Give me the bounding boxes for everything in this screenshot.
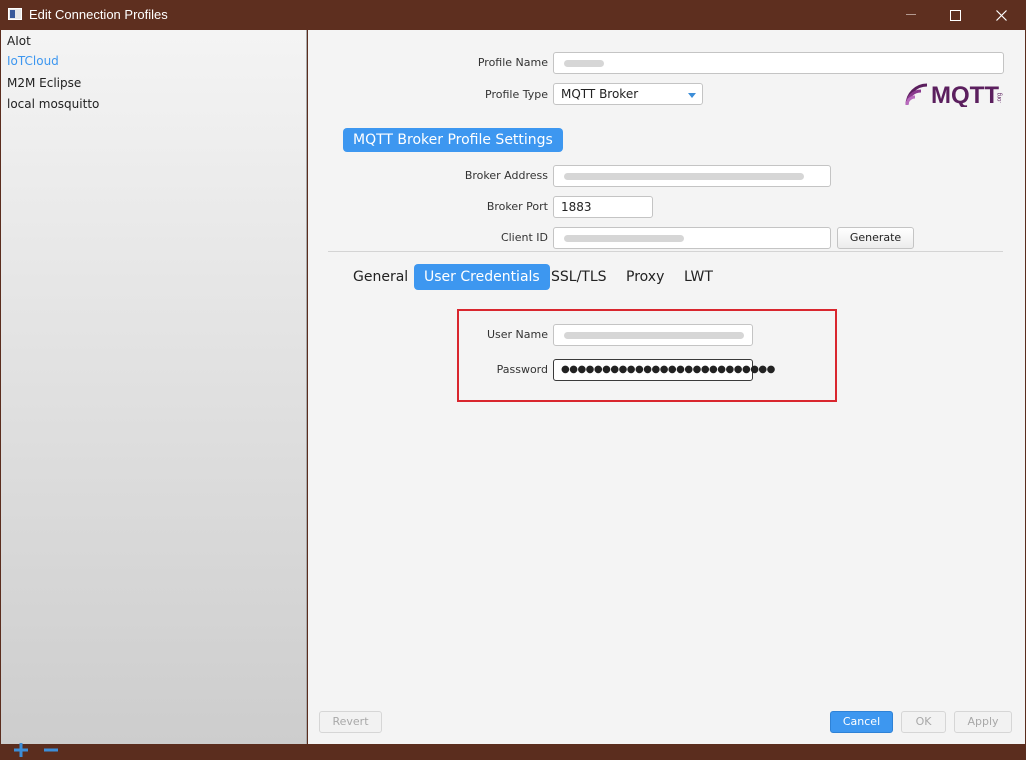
client-id-field[interactable]: [553, 227, 831, 249]
cancel-button[interactable]: Cancel: [830, 711, 893, 733]
profile-item-m2m-eclipse[interactable]: M2M Eclipse: [7, 76, 81, 90]
remove-profile-button[interactable]: [44, 740, 58, 760]
blurred-value: [564, 60, 604, 67]
user-name-label: User Name: [486, 328, 548, 341]
minus-icon: [44, 748, 58, 752]
profile-name-label: Profile Name: [477, 56, 548, 69]
apply-button[interactable]: Apply: [954, 711, 1012, 733]
profile-list: AIot IoTCloud M2M Eclipse local mosquitt…: [1, 30, 307, 757]
app-icon: [8, 8, 22, 20]
close-icon: [995, 9, 1007, 21]
dropdown-caret-icon: [688, 93, 696, 98]
broker-address-field[interactable]: [553, 165, 831, 187]
tab-ssl-tls[interactable]: SSL/TLS: [541, 264, 617, 290]
broker-address-label: Broker Address: [464, 169, 548, 182]
tab-general[interactable]: General: [343, 264, 418, 290]
minimize-icon: [906, 14, 916, 15]
revert-button[interactable]: Revert: [319, 711, 382, 733]
maximize-button[interactable]: [932, 0, 978, 30]
maximize-icon: [949, 9, 961, 21]
minimize-button[interactable]: [888, 0, 934, 30]
profile-item-aiot[interactable]: AIot: [7, 34, 31, 48]
user-name-field[interactable]: [553, 324, 753, 346]
broker-port-field[interactable]: 1883: [553, 196, 653, 218]
divider: [328, 251, 1003, 252]
generate-button[interactable]: Generate: [837, 227, 914, 249]
window-title: Edit Connection Profiles: [29, 7, 168, 22]
profile-type-select[interactable]: MQTT Broker: [553, 83, 703, 105]
password-label: Password: [496, 363, 548, 376]
close-button[interactable]: [978, 0, 1024, 30]
profile-type-value: MQTT Broker: [561, 87, 639, 101]
profile-name-field[interactable]: [553, 52, 1004, 74]
tab-lwt[interactable]: LWT: [674, 264, 723, 290]
profile-editor: Profile Name Profile Type MQTT Broker MQ…: [308, 30, 1025, 744]
section-title: MQTT Broker Profile Settings: [343, 128, 563, 152]
mqtt-logo: MQTT .org: [905, 82, 1003, 107]
ok-button[interactable]: OK: [901, 711, 946, 733]
profile-type-label: Profile Type: [485, 88, 548, 101]
mqtt-logo-subtext: .org: [997, 93, 1003, 103]
title-bar: Edit Connection Profiles: [0, 0, 1026, 30]
broker-port-label: Broker Port: [486, 200, 548, 213]
blurred-value: [564, 235, 684, 242]
profile-item-local-mosquitto[interactable]: local mosquitto: [7, 97, 99, 111]
mqtt-logo-text: MQTT: [931, 82, 999, 107]
blurred-value: [564, 332, 744, 339]
credentials-highlight-box: [457, 309, 837, 402]
blurred-value: [564, 173, 804, 180]
tab-proxy[interactable]: Proxy: [616, 264, 674, 290]
client-id-label: Client ID: [500, 231, 548, 244]
tab-user-credentials[interactable]: User Credentials: [414, 264, 550, 290]
add-profile-button[interactable]: [14, 740, 28, 760]
profile-item-iotcloud[interactable]: IoTCloud: [7, 54, 59, 68]
password-field[interactable]: ●●●●●●●●●●●●●●●●●●●●●●●●●●: [553, 359, 775, 381]
plus-icon: [14, 743, 28, 757]
